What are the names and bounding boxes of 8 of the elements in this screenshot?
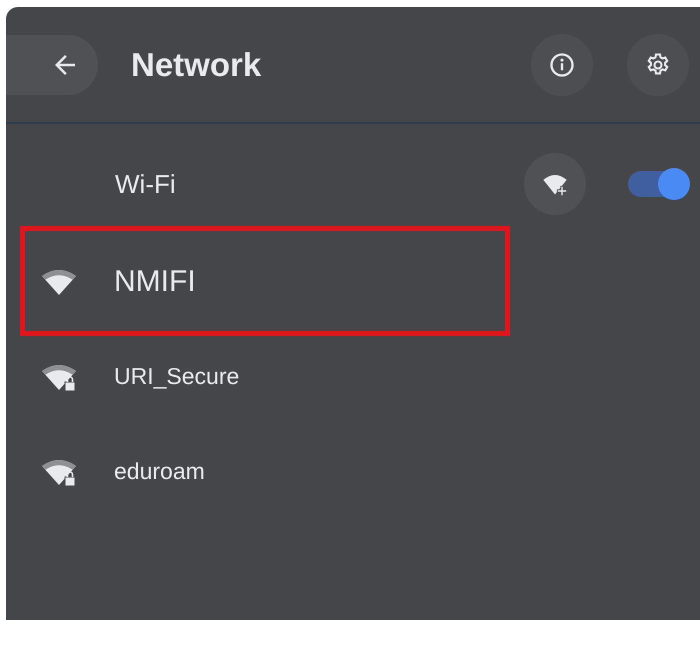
wifi-label: Wi-Fi (115, 168, 177, 200)
network-name[interactable]: eduroam (114, 458, 205, 485)
back-button[interactable] (6, 34, 98, 94)
network-name[interactable]: URI_Secure (114, 363, 240, 390)
network-name[interactable]: NMIFI (114, 264, 196, 298)
panel-title: Network (131, 46, 262, 84)
info-icon (548, 50, 576, 78)
wifi-toggle[interactable] (628, 171, 688, 197)
